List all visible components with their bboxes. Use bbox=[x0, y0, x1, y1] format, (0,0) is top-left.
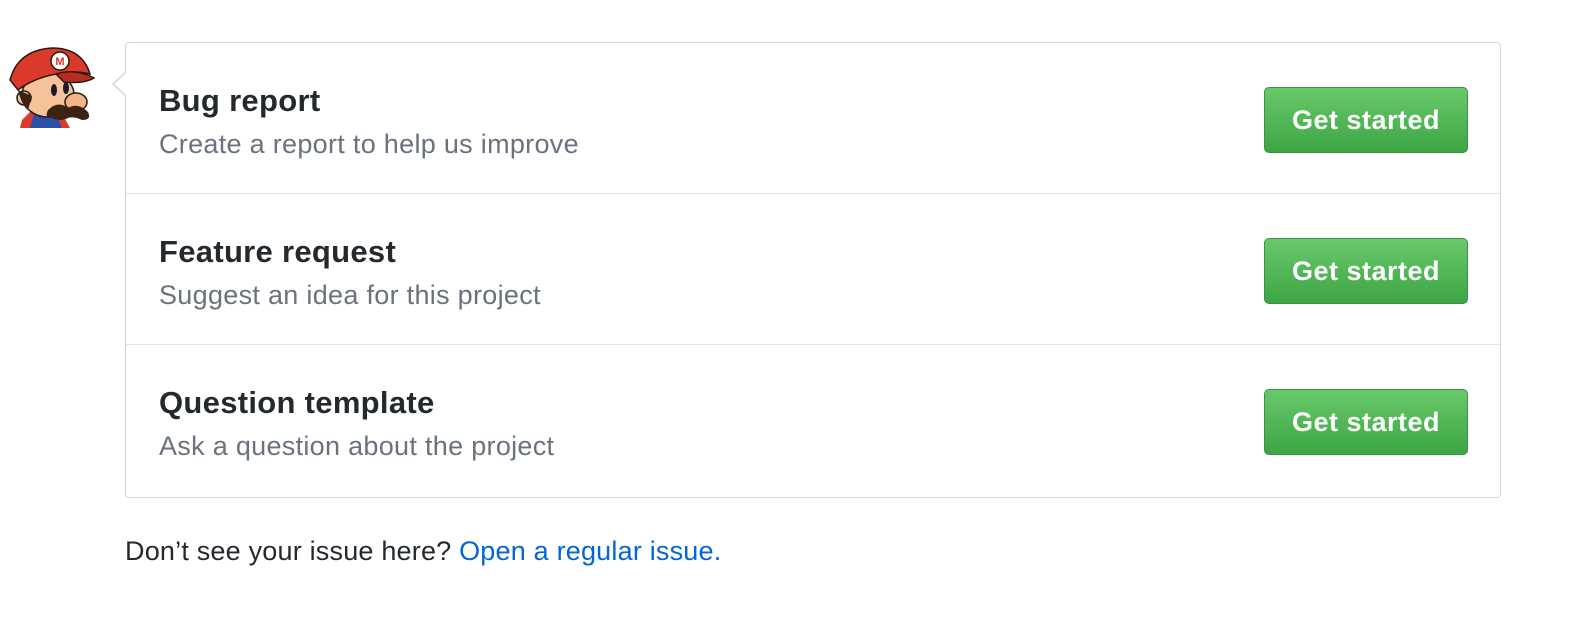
avatar[interactable]: M bbox=[4, 40, 96, 130]
template-description: Suggest an idea for this project bbox=[159, 280, 541, 310]
get-started-button[interactable]: Get started bbox=[1264, 238, 1468, 304]
template-row-question-template: Question template Ask a question about t… bbox=[126, 345, 1500, 496]
mario-avatar-icon: M bbox=[9, 47, 96, 128]
template-title: Feature request bbox=[159, 234, 397, 269]
template-row-feature-request: Feature request Suggest an idea for this… bbox=[126, 194, 1500, 345]
open-regular-issue-link[interactable]: Open a regular issue. bbox=[459, 536, 721, 566]
footer-note: Don’t see your issue here? Open a regula… bbox=[125, 536, 721, 567]
template-title: Bug report bbox=[159, 83, 321, 118]
template-description: Ask a question about the project bbox=[159, 431, 555, 461]
get-started-button[interactable]: Get started bbox=[1264, 389, 1468, 455]
footer-text: Don’t see your issue here? bbox=[125, 536, 452, 566]
template-description: Create a report to help us improve bbox=[159, 129, 579, 159]
template-row-bug-report: Bug report Create a report to help us im… bbox=[126, 43, 1500, 194]
template-title: Question template bbox=[159, 385, 435, 420]
svg-text:M: M bbox=[55, 56, 64, 68]
issue-template-list: Bug report Create a report to help us im… bbox=[112, 42, 1501, 498]
get-started-button[interactable]: Get started bbox=[1264, 87, 1468, 153]
